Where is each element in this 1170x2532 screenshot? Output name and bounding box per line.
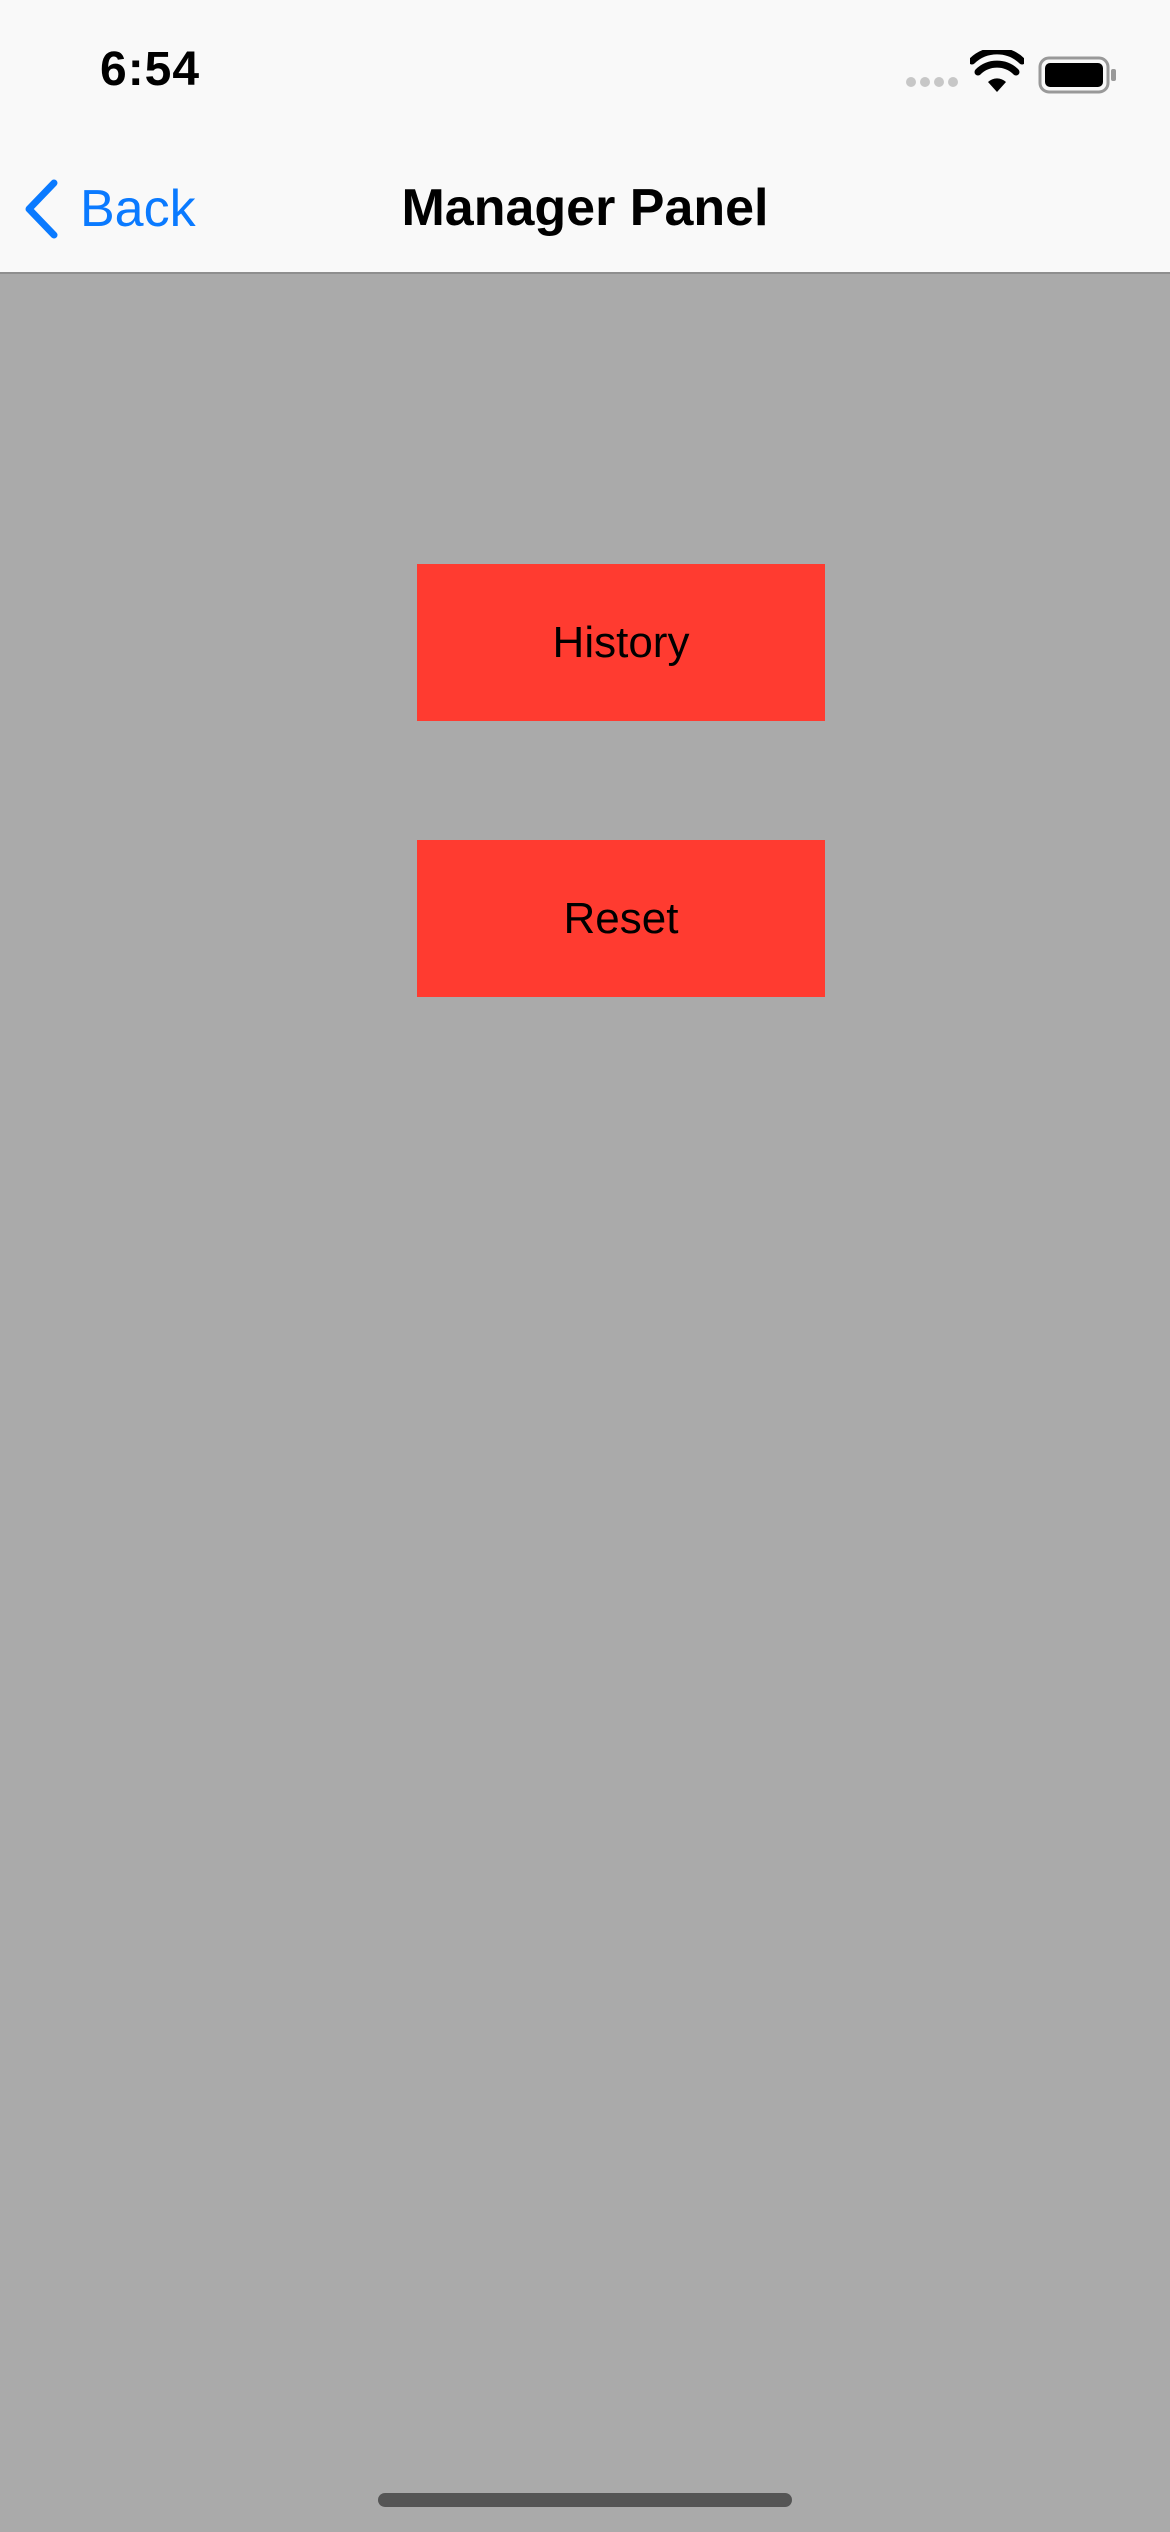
main-content: History Reset [0,274,1170,2532]
home-indicator[interactable] [378,2493,792,2507]
cellular-signal-icon [906,77,958,87]
battery-icon [1038,56,1116,94]
page-title: Manager Panel [401,179,769,237]
wifi-icon [970,50,1024,92]
history-button[interactable]: History [417,564,825,721]
status-time: 6:54 [100,43,201,96]
navigation-bar: Back Manager Panel [0,150,1170,274]
status-bar: 6:54 [0,0,1170,150]
reset-button[interactable]: Reset [417,840,825,997]
